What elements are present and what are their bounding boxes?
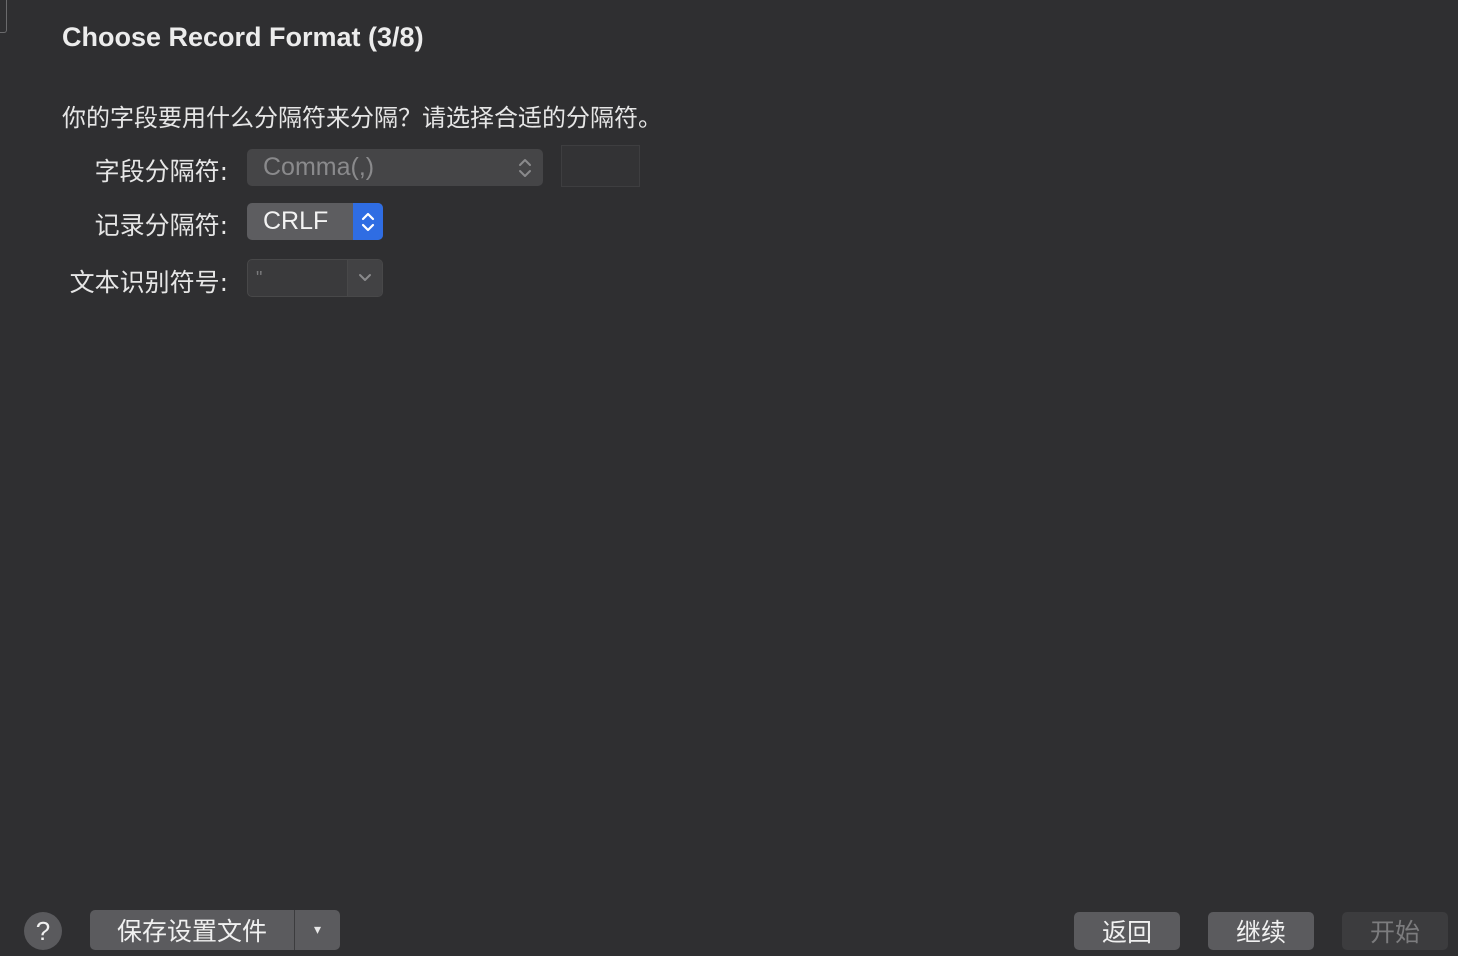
start-button[interactable]: 开始	[1342, 912, 1448, 950]
instruction-text: 你的字段要用什么分隔符来分隔？请选择合适的分隔符。	[62, 104, 662, 132]
updown-chevron-icon	[353, 203, 383, 240]
updown-chevron-icon	[515, 153, 535, 183]
chevron-down-icon[interactable]	[347, 260, 382, 296]
record-delimiter-select[interactable]: CRLF	[247, 203, 383, 240]
record-delimiter-label: 记录分隔符:	[94, 211, 228, 240]
text-qualifier-combobox[interactable]: "	[247, 259, 383, 297]
custom-delimiter-input[interactable]	[561, 145, 640, 187]
back-button[interactable]: 返回	[1074, 912, 1180, 950]
window-edge	[0, 0, 7, 33]
dropdown-arrow-icon[interactable]: ▾	[295, 910, 340, 950]
field-delimiter-value: Comma(,)	[263, 153, 375, 181]
continue-button[interactable]: 继续	[1208, 912, 1314, 950]
field-delimiter-select[interactable]: Comma(,)	[247, 149, 543, 186]
field-delimiter-label: 字段分隔符:	[94, 157, 228, 186]
save-settings-button[interactable]: 保存设置文件 ▾	[90, 910, 340, 950]
text-qualifier-label: 文本识别符号:	[69, 268, 228, 297]
record-delimiter-value: CRLF	[263, 207, 329, 235]
help-button[interactable]: ?	[24, 912, 62, 950]
save-settings-label[interactable]: 保存设置文件	[90, 910, 295, 950]
page-title: Choose Record Format (3/8)	[62, 22, 424, 52]
text-qualifier-value: "	[256, 267, 263, 288]
